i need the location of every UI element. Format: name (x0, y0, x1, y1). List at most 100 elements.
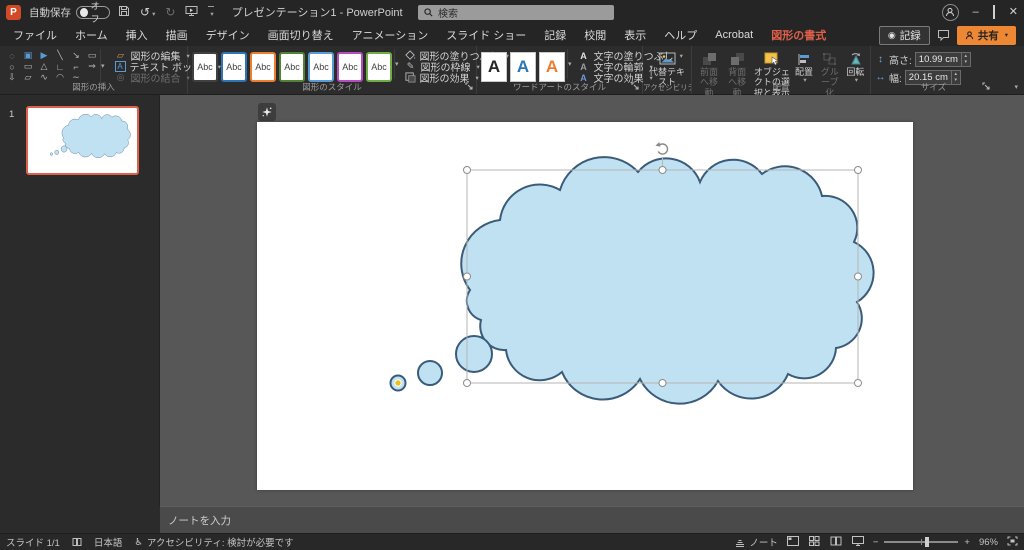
zoom-slider-thumb[interactable] (925, 537, 930, 547)
language-indicator[interactable]: 日本語 (94, 535, 123, 549)
resize-handle-se[interactable] (854, 379, 862, 387)
shape-style-chip[interactable]: Abc (337, 52, 363, 82)
zoom-out-button[interactable]: − (873, 537, 879, 548)
search-input[interactable]: 検索 (418, 5, 614, 20)
ribbon-tab-row: ファイル ホーム 挿入 描画 デザイン 画面切り替え アニメーション スライド … (0, 24, 1024, 48)
designer-button[interactable] (258, 103, 276, 121)
display-settings-button[interactable] (72, 537, 82, 547)
text-outline-icon: A (580, 61, 587, 72)
group-wordart-styles: A A A ▾ A 文字の塗りつぶし ▾ A 文字の輪郭 ▾ A 文字の効果 ▾… (477, 46, 683, 94)
start-slideshow-button[interactable] (185, 5, 198, 20)
resize-handle-sw[interactable] (463, 379, 471, 387)
wordart-chip[interactable]: A (510, 52, 536, 82)
comments-button[interactable] (937, 29, 950, 41)
fit-to-window-button[interactable] (1007, 536, 1018, 549)
tab-slideshow[interactable]: スライド ショー (437, 24, 535, 47)
slide-sorter-icon (808, 535, 820, 546)
resize-handle-nw[interactable] (463, 166, 471, 174)
shape-style-chip[interactable]: Abc (192, 52, 218, 82)
shape-style-chip[interactable]: Abc (366, 52, 392, 82)
slide-sorter-view-button[interactable] (808, 535, 820, 549)
pencil-icon: ✎ (406, 61, 415, 71)
reading-view-button[interactable] (830, 536, 842, 549)
tab-review[interactable]: 校閲 (575, 24, 615, 47)
save-button[interactable] (118, 5, 130, 20)
shape-height-input[interactable]: 10.99 cm ▴ ▾ (914, 51, 971, 67)
shape-triangle-icon[interactable]: △ (36, 61, 52, 72)
collapse-ribbon-button[interactable]: ▾ (1014, 83, 1018, 91)
slide-indicator[interactable]: スライド 1/1 (6, 535, 60, 549)
shape-oval-icon[interactable]: ○ (4, 61, 20, 72)
restore-button[interactable] (992, 4, 995, 19)
shape-textbox-icon[interactable]: ▣ (20, 50, 36, 61)
slideshow-view-button[interactable] (851, 535, 864, 549)
wordart-chip[interactable]: A (481, 52, 507, 82)
tab-record[interactable]: 記録 (535, 24, 575, 47)
slide-editing-canvas[interactable] (160, 95, 1024, 506)
autosave-toggle[interactable]: オフ (76, 1, 110, 24)
send-backward-icon (730, 53, 744, 65)
zoom-slider[interactable] (884, 537, 959, 547)
minimize-button[interactable]: – (973, 6, 979, 18)
autosave-control[interactable]: 自動保存 オフ (29, 1, 110, 24)
shape-style-chip[interactable]: Abc (308, 52, 334, 82)
resize-handle-n[interactable] (658, 166, 667, 174)
shape-rectangle-icon[interactable]: ▭ (84, 50, 100, 61)
undo-button[interactable]: ↺ ▾ (140, 6, 155, 19)
shape-elbow-arrow-icon[interactable]: ⌐ (68, 61, 84, 72)
tab-animations[interactable]: アニメーション (343, 24, 438, 47)
share-button[interactable]: 共有 ▾ (956, 25, 1016, 45)
close-button[interactable]: ✕ (1009, 6, 1018, 18)
shape-callout-icon[interactable]: ◌ (4, 50, 20, 61)
group-insert-shapes: ◌ ▣ ▶ ╲ ↘ ▭ ○ ▭ △ ∟ ⌐ ⇒ ⇩ ▱ ∿ ◠ ∼ ▾ ▱ 図形… (0, 46, 221, 94)
titlebar-right: – ✕ (941, 3, 1018, 21)
tab-design[interactable]: デザイン (197, 24, 259, 47)
tab-insert[interactable]: 挿入 (117, 24, 157, 47)
rotate-handle[interactable] (655, 142, 669, 155)
redo-button[interactable]: ↻ (165, 6, 175, 19)
group-label: 配置 (772, 82, 790, 92)
share-caret-icon: ▾ (1004, 32, 1008, 39)
size-dialog-launcher[interactable] (982, 81, 990, 93)
accessibility-checker[interactable]: ♿ アクセシビリティ: 検討が必要です (134, 535, 293, 550)
zoom-in-button[interactable]: + (964, 537, 970, 548)
shape-rect2-icon[interactable]: ▭ (20, 61, 36, 72)
shape-line-icon[interactable]: ╲ (52, 50, 68, 61)
resize-handle-s[interactable] (658, 379, 667, 387)
adjust-handle[interactable] (394, 379, 402, 387)
slide[interactable] (257, 122, 913, 490)
shape-right-arrow-icon[interactable]: ⇒ (84, 61, 100, 72)
tab-help[interactable]: ヘルプ (655, 24, 706, 47)
resize-handle-w[interactable] (463, 272, 471, 281)
wordart-dialog-launcher[interactable] (631, 81, 639, 93)
tab-view[interactable]: 表示 (615, 24, 655, 47)
record-button[interactable]: ◉ 記録 (878, 25, 930, 45)
shape-media-icon[interactable]: ▶ (36, 50, 52, 61)
tab-file[interactable]: ファイル (4, 24, 66, 47)
shape-style-chip[interactable]: Abc (250, 52, 276, 82)
user-icon (946, 7, 955, 17)
normal-view-button[interactable] (786, 535, 799, 549)
shape-style-chip[interactable]: Abc (279, 52, 305, 82)
notes-toggle-button[interactable]: ノート (735, 535, 778, 549)
tab-transitions[interactable]: 画面切り替え (259, 24, 343, 47)
tab-acrobat[interactable]: Acrobat (706, 26, 762, 45)
tab-home[interactable]: ホーム (66, 24, 117, 47)
book-icon (72, 538, 82, 546)
shape-style-chip[interactable]: Abc (221, 52, 247, 82)
notes-input[interactable]: ノートを入力 (160, 506, 1024, 533)
shape-styles-dialog-launcher[interactable] (465, 81, 473, 93)
customize-qat-button[interactable]: ▾ (208, 5, 214, 19)
shape-elbow-icon[interactable]: ∟ (52, 61, 68, 72)
shape-gallery-more-button[interactable]: ▾ (100, 49, 105, 83)
tab-draw[interactable]: 描画 (157, 24, 197, 47)
resize-handle-e[interactable] (854, 272, 862, 281)
wordart-chip[interactable]: A (539, 52, 565, 82)
resize-handle-ne[interactable] (854, 166, 862, 174)
account-avatar[interactable] (941, 3, 959, 21)
shape-arrow-line-icon[interactable]: ↘ (68, 50, 84, 61)
slide-thumbnail[interactable] (26, 106, 139, 175)
zoom-level[interactable]: 96% (979, 537, 998, 548)
tab-shape-format[interactable]: 図形の書式 (762, 24, 835, 48)
height-spinner[interactable]: ▴ ▾ (960, 52, 970, 66)
